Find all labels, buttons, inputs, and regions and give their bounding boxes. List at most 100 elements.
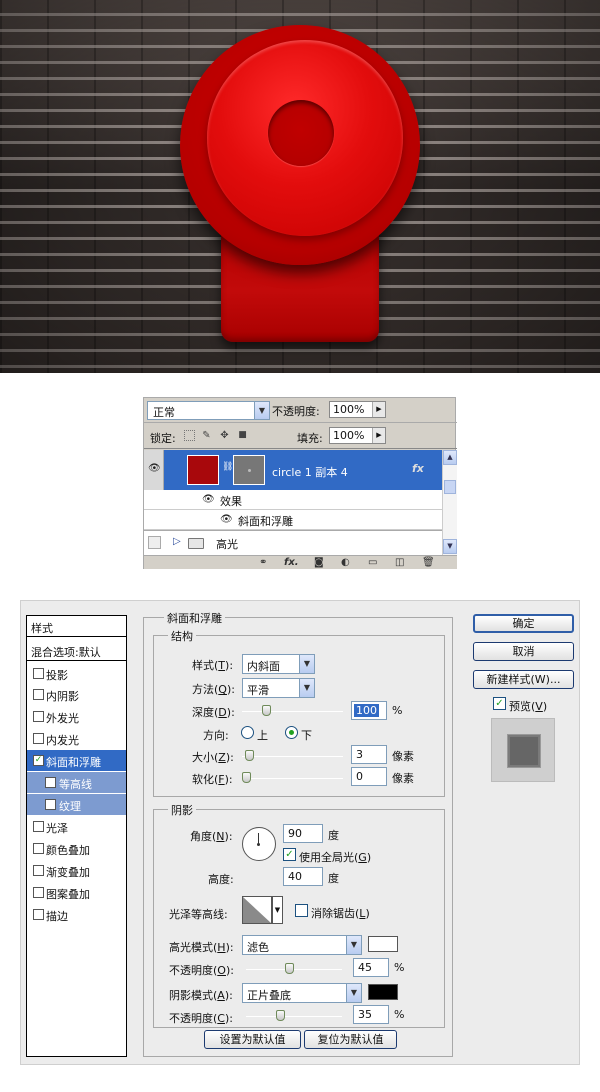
layer-row-circle[interactable]: 👁 ⛓ circle 1 副本 4 fx [144, 450, 442, 490]
checkbox[interactable] [33, 733, 44, 744]
lock-all-icon[interactable]: ■ [237, 430, 248, 441]
scroll-down-icon[interactable]: ▼ [443, 539, 457, 554]
ok-button[interactable]: 确定 [473, 614, 574, 633]
style-item-stroke[interactable]: 描边 [27, 904, 126, 925]
fx-icon[interactable]: fx [412, 462, 424, 475]
eye-icon[interactable]: 👁 [148, 463, 161, 474]
mask-icon[interactable]: ◙ [314, 556, 324, 569]
size-input[interactable]: 3 [351, 745, 387, 764]
layer-mask-thumbnail[interactable] [233, 455, 265, 485]
new-layer-icon[interactable]: ◫ [395, 556, 404, 569]
technique-select[interactable]: 平滑 ▼ [242, 678, 315, 698]
style-item-contour[interactable]: 等高线 [27, 772, 126, 793]
expand-triangle-icon[interactable]: ▷ [173, 536, 181, 547]
size-slider-thumb[interactable] [244, 750, 254, 761]
gloss-contour-picker[interactable] [242, 896, 272, 924]
chevron-right-icon[interactable]: ▶ [372, 428, 385, 443]
chevron-right-icon[interactable]: ▶ [372, 402, 385, 417]
direction-up-radio[interactable] [241, 726, 254, 739]
checkbox[interactable] [33, 668, 44, 679]
checkbox[interactable] [33, 865, 44, 876]
style-item-drop-shadow[interactable]: 投影 [27, 663, 126, 684]
style-item-satin[interactable]: 光泽 [27, 816, 126, 837]
chevron-down-icon[interactable]: ▼ [346, 936, 361, 954]
lock-brush-icon[interactable]: ✎ [201, 430, 212, 441]
bevel-style-select[interactable]: 内斜面 ▼ [242, 654, 315, 674]
eye-icon[interactable]: 👁 [220, 514, 233, 525]
style-item-texture[interactable]: 纹理 [27, 794, 126, 815]
folder-icon[interactable]: ▭ [368, 556, 377, 569]
checkbox[interactable] [33, 689, 44, 700]
style-item-outer-glow[interactable]: 外发光 [27, 706, 126, 727]
style-item-inner-shadow[interactable]: 内阴影 [27, 684, 126, 705]
soften-unit: 像素 [392, 772, 414, 785]
chevron-down-icon[interactable]: ▼ [299, 655, 314, 673]
lock-move-icon[interactable]: ✥ [219, 430, 230, 441]
shadow-opacity-input[interactable]: 35 [353, 1005, 389, 1024]
depth-slider[interactable] [242, 711, 343, 712]
style-item-color-overlay[interactable]: 颜色叠加 [27, 838, 126, 859]
size-slider[interactable] [242, 756, 343, 757]
anti-aliased-checkbox[interactable] [295, 904, 308, 917]
global-light-checkbox[interactable]: ✓ [283, 848, 296, 861]
fx-icon[interactable]: fx. [284, 556, 299, 569]
make-default-button[interactable]: 设置为默认值 [204, 1030, 301, 1049]
style-item-gradient-overlay[interactable]: 渐变叠加 [27, 860, 126, 881]
chevron-down-icon[interactable]: ▼ [346, 984, 361, 1002]
visibility-cell[interactable]: 👁 [144, 450, 164, 490]
style-item-pattern-overlay[interactable]: 图案叠加 [27, 882, 126, 903]
checkbox[interactable] [45, 799, 56, 810]
scroll-up-icon[interactable]: ▲ [443, 450, 457, 465]
depth-input[interactable]: 100 [351, 701, 387, 720]
chevron-down-icon[interactable]: ▼ [254, 402, 269, 419]
checkbox[interactable] [33, 843, 44, 854]
lock-transparent-icon[interactable] [184, 430, 195, 441]
fill-input[interactable]: 100% ▶ [329, 427, 386, 444]
checkbox[interactable] [33, 711, 44, 722]
effects-row[interactable]: 👁 效果 [144, 490, 442, 510]
direction-down-radio[interactable] [285, 726, 298, 739]
chevron-down-icon[interactable]: ▼ [272, 896, 283, 924]
layers-scrollbar[interactable]: ▲ ▼ [442, 450, 457, 555]
bevel-effect-row[interactable]: 👁 斜面和浮雕 [144, 510, 442, 530]
angle-input[interactable]: 90 [283, 824, 323, 843]
reset-default-button[interactable]: 复位为默认值 [304, 1030, 397, 1049]
checkbox[interactable] [45, 777, 56, 788]
soften-slider-thumb[interactable] [242, 772, 251, 783]
highlight-opacity-thumb[interactable] [285, 963, 295, 974]
angle-dial[interactable] [242, 827, 276, 861]
opacity-input[interactable]: 100% ▶ [329, 401, 386, 418]
checkbox[interactable] [33, 909, 44, 920]
blend-mode-select[interactable]: 正常 ▼ [147, 401, 270, 420]
shadow-mode-select[interactable]: 正片叠底 ▼ [242, 983, 362, 1003]
eye-icon[interactable]: 👁 [202, 494, 215, 505]
preview-checkbox[interactable]: ✓ [493, 697, 506, 710]
highlight-opacity-input[interactable]: 45 [353, 958, 389, 977]
checkbox[interactable] [33, 821, 44, 832]
highlight-color-swatch[interactable] [368, 936, 398, 952]
visibility-toggle[interactable] [148, 536, 161, 549]
trash-icon[interactable]: 🗑 [422, 556, 435, 569]
cancel-button[interactable]: 取消 [473, 642, 574, 661]
shadow-opacity-thumb[interactable] [276, 1010, 286, 1021]
adjustment-icon[interactable]: ◐ [341, 556, 350, 569]
checkbox-checked[interactable]: ✓ [33, 755, 44, 766]
highlight-mode-select[interactable]: 滤色 ▼ [242, 935, 362, 955]
altitude-input[interactable]: 40 [283, 867, 323, 886]
soften-slider[interactable] [242, 778, 343, 779]
shadow-opacity-slider[interactable] [246, 1016, 342, 1017]
styles-header[interactable]: 样式 [27, 616, 126, 637]
new-style-button[interactable]: 新建样式(W)... [473, 670, 574, 689]
depth-slider-thumb[interactable] [262, 705, 272, 716]
link-icon[interactable]: ⚭ [259, 556, 267, 569]
layer-group-row[interactable]: ▷ 高光 [144, 530, 442, 555]
blend-options-item[interactable]: 混合选项:默认 [27, 640, 126, 661]
shadow-color-swatch[interactable] [368, 984, 398, 1000]
style-item-bevel-emboss[interactable]: ✓ 斜面和浮雕 [27, 750, 126, 771]
scroll-thumb[interactable] [444, 480, 456, 494]
style-item-inner-glow[interactable]: 内发光 [27, 728, 126, 749]
checkbox[interactable] [33, 887, 44, 898]
highlight-mode-value: 滤色 [247, 941, 269, 954]
soften-input[interactable]: 0 [351, 767, 387, 786]
chevron-down-icon[interactable]: ▼ [299, 679, 314, 697]
